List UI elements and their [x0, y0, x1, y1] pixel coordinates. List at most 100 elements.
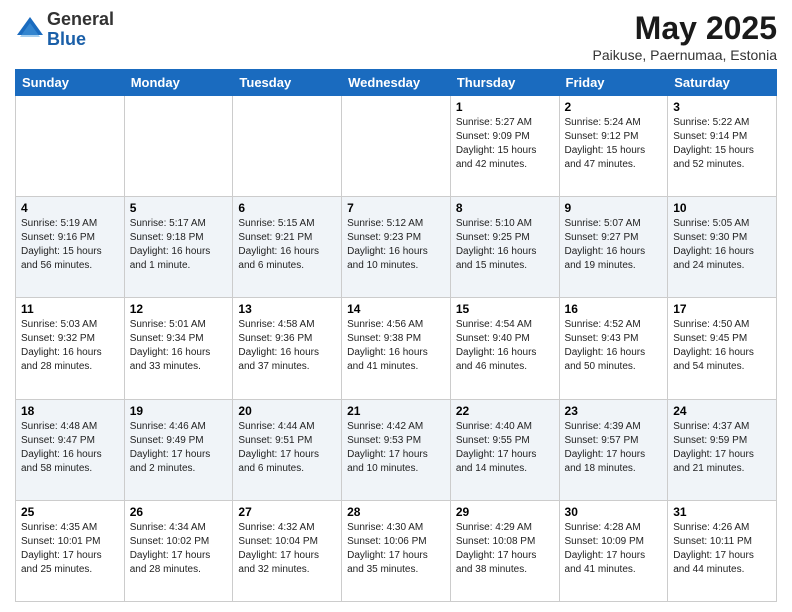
- day-number: 31: [673, 505, 771, 519]
- calendar-cell: 12 Sunrise: 5:01 AM Sunset: 9:34 PM Dayli…: [124, 298, 233, 399]
- day-info: Sunrise: 5:01 AM Sunset: 9:34 PM Dayligh…: [130, 318, 228, 374]
- logo-general: General: [47, 10, 114, 30]
- header: General Blue May 2025 Paikuse, Paernumaa…: [15, 10, 777, 63]
- header-thursday: Thursday: [450, 70, 559, 96]
- calendar-cell: [124, 96, 233, 197]
- day-info: Sunrise: 4:40 AM Sunset: 9:55 PM Dayligh…: [456, 420, 554, 476]
- calendar-week-2: 4 Sunrise: 5:19 AM Sunset: 9:16 PM Daylig…: [16, 197, 777, 298]
- header-sunday: Sunday: [16, 70, 125, 96]
- day-number: 14: [347, 302, 445, 316]
- calendar-cell: 20 Sunrise: 4:44 AM Sunset: 9:51 PM Dayli…: [233, 399, 342, 500]
- calendar-cell: 25 Sunrise: 4:35 AM Sunset: 10:01 PM Dayl…: [16, 500, 125, 601]
- day-number: 6: [238, 201, 336, 215]
- day-info: Sunrise: 5:15 AM Sunset: 9:21 PM Dayligh…: [238, 217, 336, 273]
- day-number: 9: [565, 201, 663, 215]
- header-saturday: Saturday: [668, 70, 777, 96]
- calendar-cell: 29Sunrise: 4:29 AM Sunset: 10:08 PM Dayl…: [450, 500, 559, 601]
- day-number: 28: [347, 505, 445, 519]
- day-number: 24: [673, 404, 771, 418]
- calendar-cell: 15Sunrise: 4:54 AM Sunset: 9:40 PM Dayli…: [450, 298, 559, 399]
- subtitle: Paikuse, Paernumaa, Estonia: [593, 47, 777, 63]
- day-info: Sunrise: 4:52 AM Sunset: 9:43 PM Dayligh…: [565, 318, 663, 374]
- header-friday: Friday: [559, 70, 668, 96]
- calendar-cell: 21Sunrise: 4:42 AM Sunset: 9:53 PM Dayli…: [342, 399, 451, 500]
- calendar-week-5: 25 Sunrise: 4:35 AM Sunset: 10:01 PM Dayl…: [16, 500, 777, 601]
- day-number: 19: [130, 404, 228, 418]
- logo: General Blue: [15, 10, 114, 50]
- day-info: Sunrise: 5:03 AM Sunset: 9:32 PM Dayligh…: [21, 318, 119, 374]
- calendar-cell: 2 Sunrise: 5:24 AM Sunset: 9:12 PM Daylig…: [559, 96, 668, 197]
- calendar-cell: 30Sunrise: 4:28 AM Sunset: 10:09 PM Dayl…: [559, 500, 668, 601]
- calendar-cell: 10Sunrise: 5:05 AM Sunset: 9:30 PM Dayli…: [668, 197, 777, 298]
- calendar-cell: 16Sunrise: 4:52 AM Sunset: 9:43 PM Dayli…: [559, 298, 668, 399]
- calendar-cell: 17 Sunrise: 4:50 AM Sunset: 9:45 PM Dayli…: [668, 298, 777, 399]
- day-number: 25: [21, 505, 119, 519]
- header-wednesday: Wednesday: [342, 70, 451, 96]
- day-number: 1: [456, 100, 554, 114]
- day-number: 8: [456, 201, 554, 215]
- day-info: Sunrise: 5:19 AM Sunset: 9:16 PM Dayligh…: [21, 217, 119, 273]
- calendar-cell: [16, 96, 125, 197]
- header-tuesday: Tuesday: [233, 70, 342, 96]
- calendar-cell: 8 Sunrise: 5:10 AM Sunset: 9:25 PM Daylig…: [450, 197, 559, 298]
- calendar-cell: 5Sunrise: 5:17 AM Sunset: 9:18 PM Daylig…: [124, 197, 233, 298]
- day-number: 18: [21, 404, 119, 418]
- calendar-cell: 6 Sunrise: 5:15 AM Sunset: 9:21 PM Daylig…: [233, 197, 342, 298]
- day-info: Sunrise: 5:07 AM Sunset: 9:27 PM Dayligh…: [565, 217, 663, 273]
- title-section: May 2025 Paikuse, Paernumaa, Estonia: [593, 10, 777, 63]
- calendar-cell: 24 Sunrise: 4:37 AM Sunset: 9:59 PM Dayli…: [668, 399, 777, 500]
- calendar-cell: 31Sunrise: 4:26 AM Sunset: 10:11 PM Dayl…: [668, 500, 777, 601]
- day-info: Sunrise: 4:39 AM Sunset: 9:57 PM Dayligh…: [565, 420, 663, 476]
- calendar-cell: 1 Sunrise: 5:27 AM Sunset: 9:09 PM Daylig…: [450, 96, 559, 197]
- calendar-cell: 7 Sunrise: 5:12 AM Sunset: 9:23 PM Daylig…: [342, 197, 451, 298]
- day-number: 17: [673, 302, 771, 316]
- day-number: 12: [130, 302, 228, 316]
- day-info: Sunrise: 4:32 AM Sunset: 10:04 PM Daylig…: [238, 521, 336, 577]
- day-number: 23: [565, 404, 663, 418]
- day-info: Sunrise: 4:30 AM Sunset: 10:06 PM Daylig…: [347, 521, 445, 577]
- header-monday: Monday: [124, 70, 233, 96]
- day-number: 10: [673, 201, 771, 215]
- day-info: Sunrise: 4:28 AM Sunset: 10:09 PM Daylig…: [565, 521, 663, 577]
- calendar-cell: 19 Sunrise: 4:46 AM Sunset: 9:49 PM Dayli…: [124, 399, 233, 500]
- day-info: Sunrise: 5:24 AM Sunset: 9:12 PM Dayligh…: [565, 116, 663, 172]
- calendar-week-3: 11 Sunrise: 5:03 AM Sunset: 9:32 PM Dayli…: [16, 298, 777, 399]
- calendar-header-row: Sunday Monday Tuesday Wednesday Thursday…: [16, 70, 777, 96]
- calendar-cell: 11 Sunrise: 5:03 AM Sunset: 9:32 PM Dayli…: [16, 298, 125, 399]
- logo-blue: Blue: [47, 30, 114, 50]
- day-number: 26: [130, 505, 228, 519]
- day-number: 11: [21, 302, 119, 316]
- calendar-cell: 18Sunrise: 4:48 AM Sunset: 9:47 PM Dayli…: [16, 399, 125, 500]
- day-info: Sunrise: 5:10 AM Sunset: 9:25 PM Dayligh…: [456, 217, 554, 273]
- day-info: Sunrise: 4:54 AM Sunset: 9:40 PM Dayligh…: [456, 318, 554, 374]
- day-info: Sunrise: 4:58 AM Sunset: 9:36 PM Dayligh…: [238, 318, 336, 374]
- calendar-cell: [233, 96, 342, 197]
- day-info: Sunrise: 4:37 AM Sunset: 9:59 PM Dayligh…: [673, 420, 771, 476]
- day-number: 2: [565, 100, 663, 114]
- day-number: 7: [347, 201, 445, 215]
- calendar-cell: 3Sunrise: 5:22 AM Sunset: 9:14 PM Daylig…: [668, 96, 777, 197]
- day-number: 22: [456, 404, 554, 418]
- calendar-cell: [342, 96, 451, 197]
- calendar-cell: 23 Sunrise: 4:39 AM Sunset: 9:57 PM Dayli…: [559, 399, 668, 500]
- day-info: Sunrise: 4:50 AM Sunset: 9:45 PM Dayligh…: [673, 318, 771, 374]
- day-info: Sunrise: 5:12 AM Sunset: 9:23 PM Dayligh…: [347, 217, 445, 273]
- calendar-cell: 27Sunrise: 4:32 AM Sunset: 10:04 PM Dayl…: [233, 500, 342, 601]
- calendar-week-4: 18Sunrise: 4:48 AM Sunset: 9:47 PM Dayli…: [16, 399, 777, 500]
- calendar-week-1: 1 Sunrise: 5:27 AM Sunset: 9:09 PM Daylig…: [16, 96, 777, 197]
- day-info: Sunrise: 4:34 AM Sunset: 10:02 PM Daylig…: [130, 521, 228, 577]
- day-number: 3: [673, 100, 771, 114]
- page: General Blue May 2025 Paikuse, Paernumaa…: [0, 0, 792, 612]
- calendar-cell: 14Sunrise: 4:56 AM Sunset: 9:38 PM Dayli…: [342, 298, 451, 399]
- calendar-cell: 4 Sunrise: 5:19 AM Sunset: 9:16 PM Daylig…: [16, 197, 125, 298]
- day-info: Sunrise: 4:35 AM Sunset: 10:01 PM Daylig…: [21, 521, 119, 577]
- day-info: Sunrise: 5:27 AM Sunset: 9:09 PM Dayligh…: [456, 116, 554, 172]
- day-number: 20: [238, 404, 336, 418]
- day-number: 4: [21, 201, 119, 215]
- day-info: Sunrise: 4:42 AM Sunset: 9:53 PM Dayligh…: [347, 420, 445, 476]
- calendar-cell: 9 Sunrise: 5:07 AM Sunset: 9:27 PM Daylig…: [559, 197, 668, 298]
- calendar-cell: 28 Sunrise: 4:30 AM Sunset: 10:06 PM Dayl…: [342, 500, 451, 601]
- day-info: Sunrise: 4:46 AM Sunset: 9:49 PM Dayligh…: [130, 420, 228, 476]
- calendar-table: Sunday Monday Tuesday Wednesday Thursday…: [15, 69, 777, 602]
- day-info: Sunrise: 4:44 AM Sunset: 9:51 PM Dayligh…: [238, 420, 336, 476]
